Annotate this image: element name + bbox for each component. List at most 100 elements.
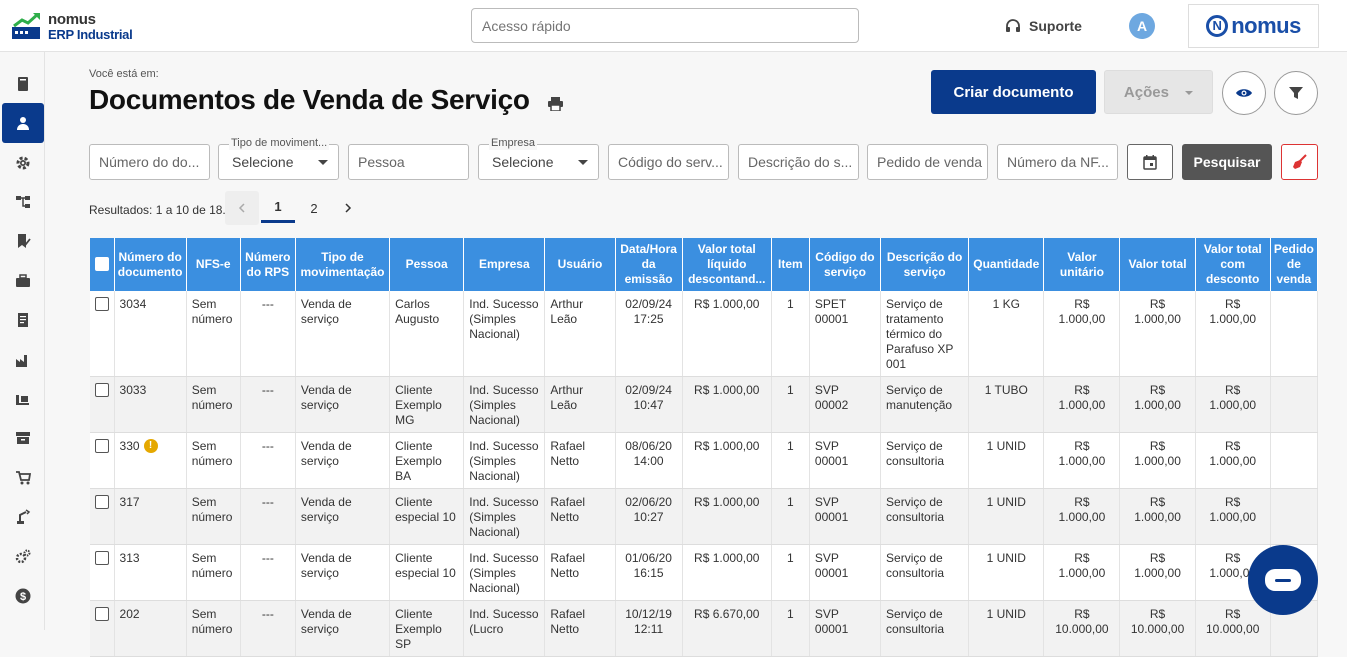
col-header[interactable]: Código do serviço	[809, 238, 882, 291]
col-header[interactable]: Tipo de movimentação	[295, 238, 391, 291]
col-header[interactable]: Valor total	[1119, 238, 1196, 291]
actions-dropdown-button[interactable]: Ações	[1104, 70, 1213, 114]
create-document-button[interactable]: Criar documento	[931, 70, 1096, 114]
row-checkbox[interactable]	[95, 495, 109, 509]
cell-desconto-text: R$ 10.000,00	[1206, 607, 1260, 636]
sales-order-filter[interactable]: Pedido de venda	[867, 144, 988, 180]
row-checkbox[interactable]	[95, 297, 109, 311]
table-row[interactable]: 330! Sem número --- Venda de serviço Cliente…	[90, 432, 1319, 489]
cell-pessoa: Cliente especial 10	[389, 544, 465, 601]
col-header[interactable]: Empresa	[463, 238, 546, 291]
cell-empresa-text: Ind. Sucesso (Simples Nacional)	[469, 551, 539, 595]
cell-liquido-text: R$ 1.000,00	[694, 551, 760, 565]
sidebar-item-briefcase[interactable]	[0, 261, 45, 301]
col-header[interactable]: Item	[771, 238, 810, 291]
search-button[interactable]: Pesquisar	[1182, 144, 1272, 180]
support-link[interactable]: Suporte	[1005, 16, 1082, 36]
table-row[interactable]: 3034 Sem número --- Venda de serviço Carlos …	[90, 291, 1319, 377]
visibility-button[interactable]	[1222, 71, 1266, 115]
sidebar-item-archive[interactable]	[0, 418, 45, 458]
page-title: Documentos de Venda de Serviço	[89, 84, 530, 115]
clear-filters-button[interactable]	[1281, 144, 1318, 180]
document-number-filter[interactable]: Número do do...	[89, 144, 210, 180]
table-row[interactable]: 313 Sem número --- Venda de serviço Cliente …	[90, 544, 1319, 601]
col-header[interactable]: Descrição do serviço	[880, 238, 970, 291]
table-row[interactable]: 202 Sem número --- Venda de serviço Cliente …	[90, 600, 1319, 657]
company-select[interactable]: Empresa Selecione	[478, 136, 599, 180]
cell-data: 10/12/19 12:11	[615, 600, 683, 657]
logo-chart-icon	[12, 13, 40, 39]
next-page-button[interactable]	[331, 191, 365, 225]
sidebar-item-configuration[interactable]	[0, 537, 45, 577]
cell-usuario: Rafael Netto	[544, 432, 616, 489]
svg-text:$: $	[19, 591, 25, 603]
sidebar-item-production[interactable]	[0, 340, 45, 380]
page-1-button[interactable]: 1	[261, 193, 295, 223]
col-header[interactable]: Pedido de venda	[1270, 238, 1319, 291]
col-header[interactable]: Quantidade	[968, 238, 1045, 291]
person-filter[interactable]: Pessoa	[348, 144, 469, 180]
print-icon[interactable]	[548, 97, 563, 111]
col-header[interactable]: Pessoa	[389, 238, 465, 291]
user-avatar[interactable]: A	[1129, 13, 1155, 39]
warning-icon[interactable]: !	[143, 439, 158, 453]
cell-descricao: Serviço de consultoria	[880, 432, 970, 489]
col-header[interactable]: Valor unitário	[1043, 238, 1121, 291]
cell-desconto: R$ 1.000,00	[1195, 488, 1271, 545]
col-header[interactable]: Valor total com desconto	[1195, 238, 1271, 291]
chat-widget-button[interactable]	[1248, 545, 1318, 615]
table-row[interactable]: 317 Sem número --- Venda de serviço Cliente …	[90, 488, 1319, 545]
cell-rps: ---	[240, 488, 296, 545]
cell-total: R$ 1.000,00	[1119, 432, 1196, 489]
col-header[interactable]: Número do RPS	[240, 238, 296, 291]
sidebar-item-people[interactable]	[2, 103, 44, 143]
sidebar-item-settings[interactable]	[0, 143, 45, 183]
cell-empresa: Ind. Sucesso (Simples Nacional)	[463, 544, 546, 601]
row-checkbox[interactable]	[95, 383, 109, 397]
prev-page-button[interactable]	[225, 191, 259, 225]
cell-data: 08/06/20 14:00	[615, 432, 683, 489]
row-select-cell	[90, 376, 115, 433]
row-checkbox[interactable]	[95, 439, 109, 453]
sidebar-item-warehouse[interactable]	[0, 379, 45, 419]
quick-access-input[interactable]	[471, 8, 859, 43]
col-header[interactable]: Usuário	[544, 238, 616, 291]
cell-unit-text: R$ 1.000,00	[1058, 383, 1106, 412]
cell-desconto: R$ 1.000,00	[1195, 376, 1271, 433]
movement-type-select[interactable]: Tipo de moviment... Selecione	[218, 136, 339, 180]
cell-pedido	[1270, 376, 1319, 433]
service-code-filter[interactable]: Código do serv...	[608, 144, 729, 180]
sidebar-item-finance[interactable]: $	[0, 576, 45, 616]
sidebar-item-automation[interactable]	[0, 497, 45, 537]
service-description-filter[interactable]: Descrição do s...	[738, 144, 859, 180]
cell-num: 202	[114, 600, 187, 657]
sidebar-item-bookmarks[interactable]	[0, 221, 45, 261]
cell-desconto-text: R$ 1.000,00	[1209, 495, 1257, 524]
table-row[interactable]: 3033 Sem número --- Venda de serviço Cliente…	[90, 376, 1319, 433]
cell-item-text: 1	[787, 439, 794, 453]
sidebar-item-structure[interactable]	[0, 182, 45, 222]
nomus-erp-logo[interactable]: nomus ERP Industrial	[12, 9, 142, 43]
select-all-checkbox[interactable]	[94, 257, 109, 271]
cell-nfse: Sem número	[186, 544, 241, 601]
chat-bubble-icon	[1265, 569, 1301, 591]
col-header[interactable]: Data/Hora da emissão	[615, 238, 683, 291]
sidebar-item-sales[interactable]	[0, 458, 45, 498]
cell-item: 1	[771, 432, 810, 489]
date-filter-button[interactable]	[1127, 144, 1173, 180]
cell-num-text: 3034	[119, 297, 147, 311]
row-checkbox[interactable]	[95, 551, 109, 565]
page-2-button[interactable]: 2	[297, 191, 331, 225]
row-checkbox[interactable]	[95, 607, 109, 621]
invoice-number-filter[interactable]: Número da NF...	[997, 144, 1118, 180]
col-header[interactable]: NFS-e	[186, 238, 241, 291]
col-header[interactable]: Número do documento	[114, 238, 187, 291]
filter-button[interactable]	[1274, 71, 1318, 115]
logo-subtext: ERP Industrial	[48, 27, 133, 42]
cell-data-text: 10/12/19 12:11	[625, 607, 672, 636]
row-select-cell	[90, 600, 115, 657]
col-header[interactable]: Valor total líquido descontand...	[682, 238, 772, 291]
sidebar-item-ledger[interactable]	[0, 300, 45, 340]
sidebar-item-book[interactable]	[0, 64, 45, 104]
bookmark-check-icon	[17, 234, 31, 248]
